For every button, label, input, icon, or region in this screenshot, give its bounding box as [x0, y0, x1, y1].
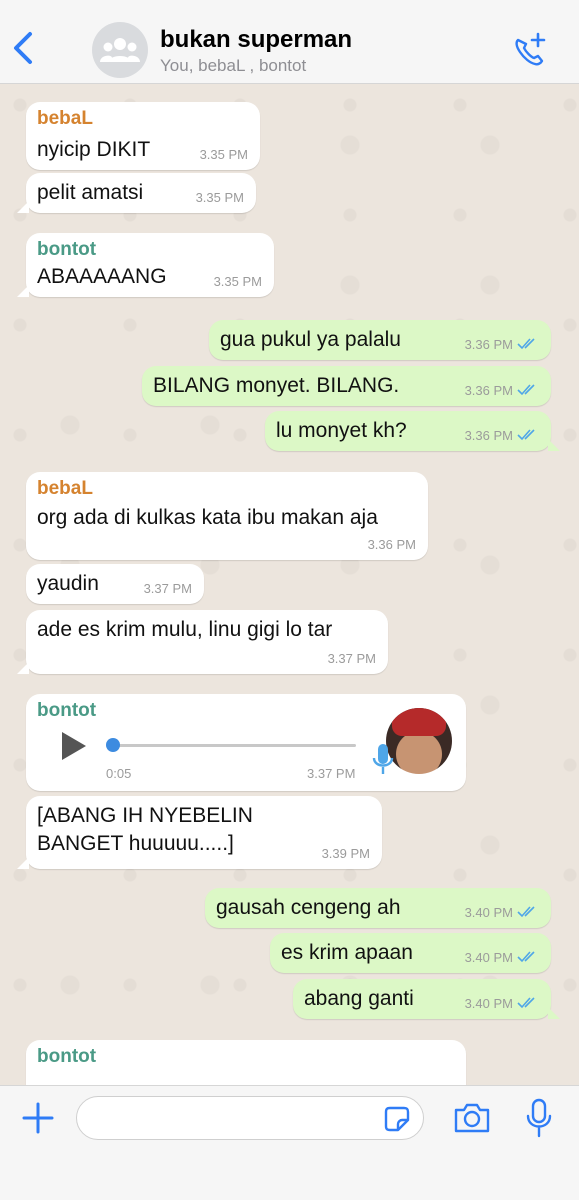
message-bubble[interactable]: pelit amatsi 3.35 PM [17, 173, 256, 213]
message-bubble[interactable]: bebaL org ada di kulkas kata ibu makan a… [26, 472, 428, 560]
message-bubble[interactable]: bontot ABAAAAANG 3.35 PM [17, 233, 274, 297]
message-time: 3.36 PM [367, 537, 416, 552]
message-text: [ABANG IH NYEBELIN BANGET huuuuu.....] [37, 804, 253, 855]
sticker-icon[interactable] [382, 1104, 412, 1134]
message-text: gausah cengeng ah [216, 896, 401, 919]
message-text: BILANG monyet. BILANG. [153, 374, 400, 397]
message-text: yaudin [37, 572, 99, 595]
sender-name: bontot [37, 239, 97, 260]
message-bubble[interactable]: bontot [26, 1040, 466, 1085]
message-time: 3.35 PM [213, 274, 262, 289]
play-icon[interactable] [58, 730, 88, 762]
message-time: 3.35 PM [199, 147, 248, 162]
read-ticks-icon [517, 384, 535, 396]
back-button[interactable] [8, 28, 38, 68]
message-text: es krim apaan [281, 941, 413, 964]
voice-message[interactable]: bontot 0:05 3.37 PM [26, 694, 466, 791]
message-bubble[interactable]: bebaL nyicip DIKIT 3.35 PM [26, 102, 260, 170]
message-bubble[interactable]: es krim apaan 3.40 PM [270, 933, 551, 973]
message-bubble[interactable]: abang ganti 3.40 PM [293, 979, 560, 1019]
message-bubble[interactable]: gausah cengeng ah 3.40 PM [205, 888, 551, 928]
chat-participants[interactable]: You, bebaL , bontot [160, 56, 306, 76]
message-time: 3.37 PM [143, 581, 192, 596]
message-list[interactable]: bebaL nyicip DIKIT 3.35 PM pelit amatsi … [0, 85, 579, 1085]
read-ticks-icon [517, 951, 535, 963]
sender-avatar [386, 708, 452, 774]
group-icon [100, 38, 140, 62]
message-input[interactable] [76, 1096, 424, 1140]
sender-name: bebaL [37, 108, 93, 129]
message-time: 3.40 PM [464, 996, 513, 1011]
input-bar [0, 1085, 579, 1200]
sender-name: bebaL [37, 478, 93, 499]
message-text: ade es krim mulu, linu gigi lo tar [37, 618, 333, 641]
message-bubble[interactable]: [ABANG IH NYEBELIN BANGET huuuuu.....] 3… [17, 796, 382, 869]
message-time: 3.36 PM [464, 337, 513, 352]
message-text: lu monyet kh? [276, 419, 407, 442]
message-bubble[interactable]: gua pukul ya palalu 3.36 PM [209, 320, 551, 360]
message-time: 3.35 PM [195, 190, 244, 205]
message-text: gua pukul ya palalu [220, 328, 401, 351]
message-time: 3.39 PM [321, 846, 370, 861]
sender-name: bontot [37, 1046, 97, 1067]
read-ticks-icon [517, 906, 535, 918]
message-bubble[interactable]: BILANG monyet. BILANG. 3.36 PM [142, 366, 551, 406]
camera-icon[interactable] [452, 1100, 492, 1136]
message-text: nyicip DIKIT [37, 138, 151, 161]
message-text: pelit amatsi [37, 181, 144, 204]
chevron-left-icon [14, 32, 32, 64]
voice-duration: 0:05 [106, 766, 132, 781]
message-time: 3.36 PM [464, 383, 513, 398]
message-time: 3.40 PM [464, 950, 513, 965]
chat-header: bukan superman You, bebaL , bontot [0, 0, 579, 84]
voice-progress-track[interactable] [112, 744, 356, 747]
message-time: 3.40 PM [464, 905, 513, 920]
microphone-icon [372, 744, 394, 774]
plus-icon[interactable] [20, 1100, 56, 1136]
message-time: 3.37 PM [307, 766, 356, 781]
message-text: abang ganti [304, 987, 414, 1010]
message-time: 3.37 PM [327, 651, 376, 666]
message-bubble[interactable]: ade es krim mulu, linu gigi lo tar 3.37 … [17, 610, 388, 674]
voice-progress-handle[interactable] [106, 738, 120, 752]
microphone-icon[interactable] [524, 1098, 554, 1138]
message-time: 3.36 PM [464, 428, 513, 443]
chat-title[interactable]: bukan superman [160, 26, 352, 54]
message-bubble[interactable]: yaudin 3.37 PM [26, 564, 204, 604]
group-avatar[interactable] [92, 22, 148, 78]
add-call-icon [515, 32, 546, 66]
read-ticks-icon [517, 338, 535, 350]
read-ticks-icon [517, 429, 535, 441]
message-text: org ada di kulkas kata ibu makan aja [37, 506, 378, 529]
message-bubble[interactable]: lu monyet kh? 3.36 PM [265, 411, 560, 451]
read-ticks-icon [517, 997, 535, 1009]
add-call-button[interactable] [508, 30, 552, 70]
message-text: ABAAAAANG [37, 265, 167, 288]
sender-name: bontot [37, 700, 97, 721]
